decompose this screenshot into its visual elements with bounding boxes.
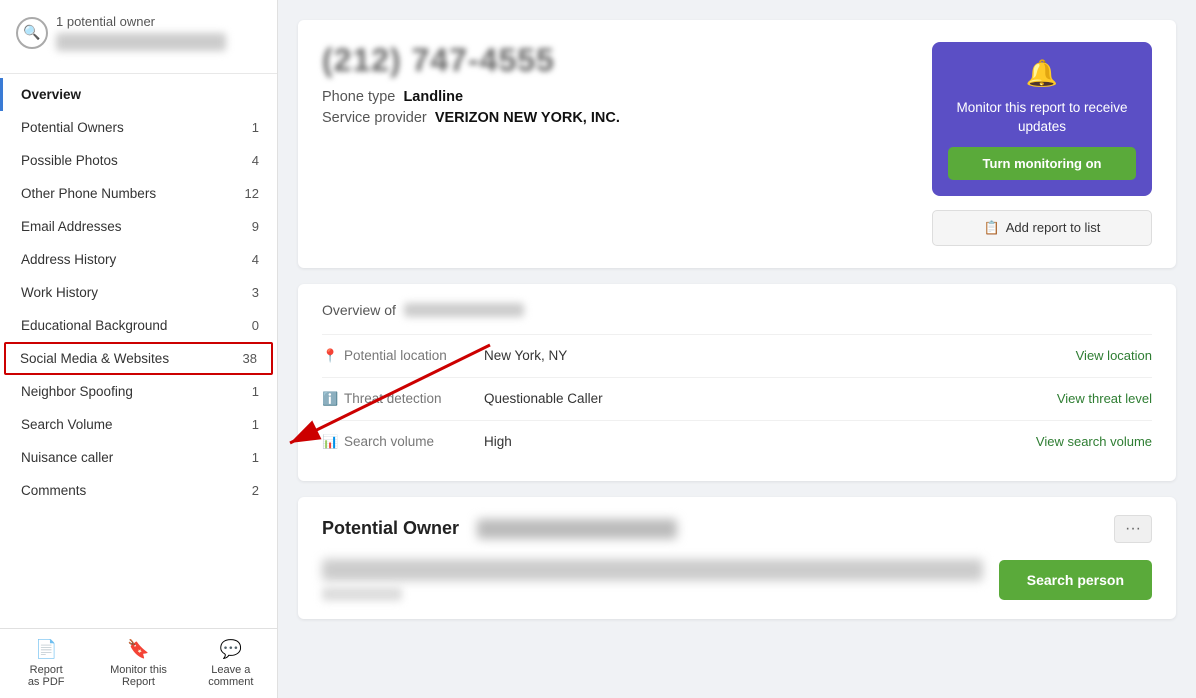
sidebar-bottom-bar: 📄 Report as PDF 🔖 Monitor this Report 💬 … xyxy=(0,628,277,698)
leave-comment-button[interactable]: 💬 Leave a comment xyxy=(185,629,277,698)
threat-icon: ℹ️ xyxy=(322,391,344,407)
pdf-icon: 📄 xyxy=(35,639,57,660)
sidebar-item-comments[interactable]: Comments 2 xyxy=(0,474,277,507)
potential-owner-card: Potential Owner ··· Search person xyxy=(298,497,1176,619)
view-search-volume-link[interactable]: View search volume xyxy=(1036,434,1152,449)
sidebar-item-possible-photos[interactable]: Possible Photos 4 xyxy=(0,144,277,177)
search-icon: 🔍 xyxy=(16,17,48,49)
sidebar-item-other-phone-numbers[interactable]: Other Phone Numbers 12 xyxy=(0,177,277,210)
phone-type-row: Phone type Landline xyxy=(322,89,908,105)
phone-details: (212) 747-4555 Phone type Landline Servi… xyxy=(322,42,908,131)
comment-icon: 💬 xyxy=(220,639,242,660)
sidebar-item-work-history[interactable]: Work History 3 xyxy=(0,276,277,309)
provider-row: Service provider VERIZON NEW YORK, INC. xyxy=(322,110,908,126)
location-value: New York, NY xyxy=(484,348,1076,363)
phone-number: (212) 747-4555 xyxy=(322,42,908,79)
potential-owner-header: Potential Owner ··· xyxy=(322,515,1152,543)
search-volume-value: High xyxy=(484,434,1036,449)
view-threat-link[interactable]: View threat level xyxy=(1057,391,1152,406)
monitor-box: 🔔 Monitor this report to receive updates… xyxy=(932,42,1152,196)
potential-owner-banner: 🔍 1 potential owner xyxy=(16,14,261,51)
potential-owner-title: Potential Owner xyxy=(322,518,459,539)
sidebar-item-search-volume[interactable]: Search Volume 1 xyxy=(0,408,277,441)
sidebar-item-potential-owners[interactable]: Potential Owners 1 xyxy=(0,111,277,144)
potential-owner-name-blurred xyxy=(477,519,677,539)
turn-monitoring-on-button[interactable]: Turn monitoring on xyxy=(948,147,1136,180)
overview-threat-row: ℹ️ Threat detection Questionable Caller … xyxy=(322,377,1152,420)
list-icon: 📋 xyxy=(984,220,1000,236)
overview-search-volume-row: 📊 Search volume High View search volume xyxy=(322,420,1152,463)
add-report-to-list-button[interactable]: 📋 Add report to list xyxy=(932,210,1152,246)
report-as-pdf-button[interactable]: 📄 Report as PDF xyxy=(0,629,92,698)
potential-owner-info xyxy=(322,559,983,601)
overview-title: Overview of xyxy=(322,302,1152,318)
sidebar-item-nuisance-caller[interactable]: Nuisance caller 1 xyxy=(0,441,277,474)
sidebar-item-neighbor-spoofing[interactable]: Neighbor Spoofing 1 xyxy=(0,375,277,408)
phone-type-value: Landline xyxy=(403,89,463,105)
sidebar-item-social-media[interactable]: Social Media & Websites 38 xyxy=(4,342,273,375)
phone-info-card: (212) 747-4555 Phone type Landline Servi… xyxy=(298,20,1176,268)
leave-comment-label: Leave a comment xyxy=(208,664,253,688)
blurred-owner-name xyxy=(56,33,226,51)
threat-label: Threat detection xyxy=(344,391,484,406)
location-label: Potential location xyxy=(344,348,484,363)
sidebar-header: 🔍 1 potential owner xyxy=(0,0,277,74)
monitor-report-button[interactable]: 🔖 Monitor this Report xyxy=(92,629,184,698)
monitor-text: Monitor this report to receive updates xyxy=(948,99,1136,137)
report-pdf-label: Report as PDF xyxy=(28,664,65,688)
location-icon: 📍 xyxy=(322,348,344,364)
bell-icon: 🔔 xyxy=(1026,58,1058,89)
blurred-phone-number xyxy=(404,303,524,317)
provider-value: VERIZON NEW YORK, INC. xyxy=(435,110,620,126)
sidebar-nav: Overview Potential Owners 1 Possible Pho… xyxy=(0,74,277,628)
overview-location-row: 📍 Potential location New York, NY View l… xyxy=(322,334,1152,377)
threat-value: Questionable Caller xyxy=(484,391,1057,406)
provider-label: Service provider xyxy=(322,110,427,126)
main-content: (212) 747-4555 Phone type Landline Servi… xyxy=(278,0,1196,698)
monitor-icon: 🔖 xyxy=(127,639,149,660)
sidebar-item-address-history[interactable]: Address History 4 xyxy=(0,243,277,276)
sidebar-item-educational-background[interactable]: Educational Background 0 xyxy=(0,309,277,342)
potential-owner-body: Search person xyxy=(322,559,1152,601)
sidebar: 🔍 1 potential owner Overview Potential O… xyxy=(0,0,278,698)
potential-owner-full-name-blurred xyxy=(322,559,983,581)
monitor-report-label: Monitor this Report xyxy=(110,664,167,688)
sidebar-item-email-addresses[interactable]: Email Addresses 9 xyxy=(0,210,277,243)
potential-owner-menu-button[interactable]: ··· xyxy=(1114,515,1152,543)
chart-icon: 📊 xyxy=(322,434,344,450)
search-person-button[interactable]: Search person xyxy=(999,560,1152,600)
view-location-link[interactable]: View location xyxy=(1076,348,1152,363)
overview-card: Overview of 📍 Potential location New Yor… xyxy=(298,284,1176,481)
potential-owner-sub-blurred xyxy=(322,587,402,601)
potential-owner-count: 1 potential owner xyxy=(56,14,226,29)
phone-type-label: Phone type xyxy=(322,89,395,105)
search-volume-label: Search volume xyxy=(344,434,484,449)
sidebar-item-overview[interactable]: Overview xyxy=(0,78,277,111)
